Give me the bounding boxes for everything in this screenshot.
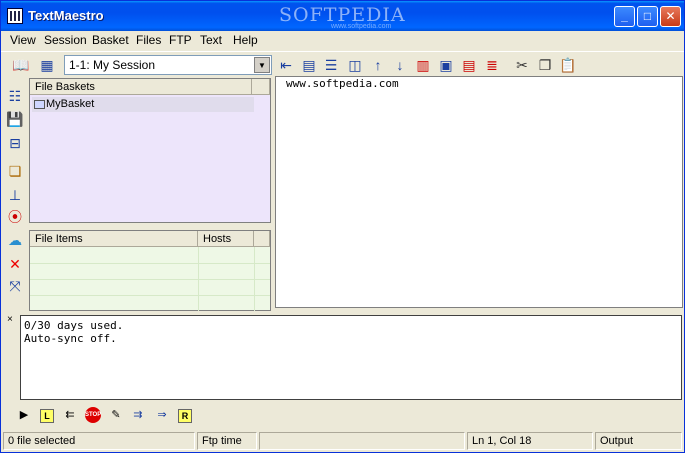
title-bar[interactable]: TextMaestro SOFTPEDIA www.softpedia.com … <box>1 1 684 31</box>
file-baskets-header[interactable]: File Baskets <box>30 79 252 95</box>
left-box-icon[interactable]: L <box>40 409 54 423</box>
output-line: Auto-sync off. <box>24 332 117 345</box>
grid-line <box>254 247 255 311</box>
basket-name: MyBasket <box>46 98 95 110</box>
menu-view[interactable]: View <box>10 33 36 47</box>
indent-icon[interactable]: ⇤ <box>277 56 295 74</box>
copy-doc-icon[interactable]: ▣ <box>437 56 455 74</box>
status-ftp-time: Ftp time <box>197 432 257 450</box>
file-baskets-panel: File Baskets MyBasket <box>29 78 271 223</box>
trash-icon[interactable]: ▥ <box>414 56 432 74</box>
right-box-icon[interactable]: R <box>178 409 192 423</box>
delete-icon[interactable]: ✕ <box>5 254 25 274</box>
menu-session[interactable]: Session <box>44 33 87 47</box>
file-items-header[interactable]: File Items <box>30 231 198 247</box>
columns-icon[interactable]: ◫ <box>346 56 364 74</box>
grid-line <box>30 263 270 264</box>
menu-help[interactable]: Help <box>233 33 258 47</box>
session-select-value: 1-1: My Session <box>69 58 156 72</box>
panel-icon[interactable]: ⊟ <box>5 133 25 153</box>
stop-icon[interactable]: STOP <box>85 407 101 423</box>
list-item[interactable]: MyBasket <box>32 97 254 112</box>
red-doc-icon[interactable]: ▤ <box>460 56 478 74</box>
status-position: Ln 1, Col 18 <box>467 432 593 450</box>
grid-line <box>30 279 270 280</box>
output-line: 0/30 days used. <box>24 319 124 332</box>
watermark-url: www.softpedia.com <box>331 23 392 30</box>
edit-icon[interactable]: ✎ <box>107 406 125 424</box>
save-icon[interactable]: 💾 <box>5 109 25 129</box>
paste-icon[interactable]: 📋 <box>559 56 577 74</box>
grid-line <box>30 295 270 296</box>
upload-icon[interactable]: ⊥ <box>5 185 25 205</box>
right-arrow-icon[interactable]: ⇒ <box>153 406 171 424</box>
status-mode: Output <box>595 432 682 450</box>
menu-bar: View Session Basket Files FTP Text Help <box>1 31 684 50</box>
file-items-header-extra[interactable] <box>254 231 270 247</box>
status-empty <box>259 432 465 450</box>
status-bar: 0 file selected Ftp time Ln 1, Col 18 Ou… <box>1 431 684 452</box>
copy-icon[interactable]: ❐ <box>536 56 554 74</box>
main-toolbar: 📖 ▦ 1-1: My Session ▼ ⇤ ▤ ☰ ◫ ↑ ↓ ▥ ▣ ▤ … <box>1 51 684 76</box>
app-window: TextMaestro SOFTPEDIA www.softpedia.com … <box>0 0 685 453</box>
output-pane[interactable]: 0/30 days used. Auto-sync off. <box>20 315 682 400</box>
left-arrow-icon[interactable]: ⇇ <box>61 406 79 424</box>
arrow-down-icon[interactable]: ↓ <box>391 56 409 74</box>
session-select[interactable]: 1-1: My Session ▼ <box>64 55 272 75</box>
calendar-icon[interactable]: ▦ <box>38 56 56 74</box>
sessions-icon[interactable]: ❏ <box>5 161 25 181</box>
window-title: TextMaestro <box>28 8 104 23</box>
book-icon[interactable]: 📖 <box>12 56 30 74</box>
list-view-icon[interactable]: ☷ <box>5 86 25 106</box>
bookmark-icon[interactable]: ▤ <box>300 56 318 74</box>
maximize-button[interactable]: □ <box>637 6 658 27</box>
sync-right-icon[interactable]: ⇉ <box>129 406 147 424</box>
file-items-panel: File Items Hosts <box>29 230 271 311</box>
text-editor[interactable]: www.softpedia.com <box>275 76 683 308</box>
close-button[interactable]: ✕ <box>660 6 681 27</box>
connect-icon[interactable]: ⤧ <box>5 276 25 296</box>
arrow-up-icon[interactable]: ↑ <box>369 56 387 74</box>
chevron-down-icon[interactable]: ▼ <box>254 57 270 73</box>
minimize-button[interactable]: _ <box>614 6 635 27</box>
hosts-header[interactable]: Hosts <box>198 231 254 247</box>
cut-icon[interactable]: ✂ <box>513 56 531 74</box>
status-files: 0 file selected <box>3 432 195 450</box>
lines-icon[interactable]: ≣ <box>483 56 501 74</box>
menu-basket[interactable]: Basket <box>92 33 129 47</box>
play-icon[interactable]: ▶ <box>15 406 33 424</box>
list-icon[interactable]: ☰ <box>322 56 340 74</box>
network-icon[interactable]: ☁ <box>5 230 25 250</box>
menu-ftp[interactable]: FTP <box>169 33 192 47</box>
output-close-button[interactable]: × <box>7 314 13 325</box>
menu-text[interactable]: Text <box>200 33 222 47</box>
grid-line <box>198 247 199 311</box>
basket-icon <box>34 100 45 109</box>
menu-files[interactable]: Files <box>136 33 161 47</box>
file-baskets-header-extra[interactable] <box>252 79 270 95</box>
editor-line: www.softpedia.com <box>286 77 399 90</box>
app-icon[interactable] <box>7 8 23 24</box>
broadcast-icon[interactable]: ⦿ <box>5 207 25 227</box>
